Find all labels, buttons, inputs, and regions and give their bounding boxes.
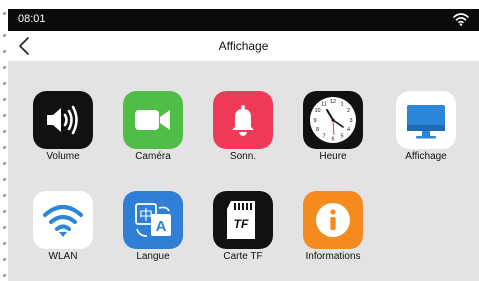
left-edge-markers <box>0 0 8 281</box>
app-tile-information[interactable]: Informations <box>288 191 378 271</box>
sd-card-text: TF <box>234 217 249 231</box>
status-time: 08:01 <box>18 13 46 25</box>
bell-icon <box>213 91 273 149</box>
app-label-clock: Heure <box>319 151 347 162</box>
settings-grid: Volume Caméra Sonn. 12 1 2 3 4 5 6 7 8 9… <box>8 61 479 281</box>
app-label-tf-card: Carte TF <box>223 251 263 262</box>
app-label-volume: Volume <box>46 151 80 162</box>
clock-icon: 12 1 2 3 4 5 6 7 8 9 10 11 <box>303 91 363 149</box>
wifi-icon <box>33 191 93 249</box>
page-title: Affichage <box>218 39 269 53</box>
language-glyph-left: 中 <box>139 208 153 224</box>
clock-number: 9 <box>313 118 316 124</box>
sd-card-icon: TF <box>213 191 273 249</box>
app-tile-volume[interactable]: Volume <box>18 91 108 171</box>
app-tile-clock[interactable]: 12 1 2 3 4 5 6 7 8 9 10 11 Heure <box>288 91 378 171</box>
clock-number: 8 <box>316 127 319 133</box>
wifi-status-icon <box>453 13 469 26</box>
clock-number: 12 <box>330 99 336 105</box>
clock-number: 5 <box>340 134 343 140</box>
language-icon: 中 A <box>123 191 183 249</box>
clock-number: 1 <box>340 102 343 108</box>
app-tile-camera[interactable]: Caméra <box>108 91 198 171</box>
app-label-display: Affichage <box>405 151 447 162</box>
info-icon <box>303 191 363 249</box>
app-label-information: Informations <box>305 251 361 262</box>
app-tile-display[interactable]: Affichage <box>381 91 471 171</box>
nav-bar: Affichage <box>8 31 479 61</box>
language-glyph-right: A <box>156 218 167 235</box>
clock-number: 11 <box>321 102 327 108</box>
app-tile-wlan[interactable]: WLAN <box>18 191 108 271</box>
app-label-wlan: WLAN <box>48 251 78 262</box>
device-screen: 08:01 Affichage Volume Caméra Sonn. 12 1… <box>8 9 479 281</box>
app-tile-tf-card[interactable]: TF Carte TF <box>198 191 288 271</box>
display-icon <box>396 91 456 149</box>
app-tile-ringtone[interactable]: Sonn. <box>198 91 288 171</box>
status-bar: 08:01 <box>8 9 479 31</box>
clock-number: 6 <box>331 137 334 143</box>
app-label-camera: Caméra <box>135 151 171 162</box>
app-label-ringtone: Sonn. <box>229 151 257 162</box>
app-tile-language[interactable]: 中 A Langue <box>108 191 198 271</box>
camera-icon <box>123 91 183 149</box>
app-label-language: Langue <box>136 251 170 262</box>
clock-number: 2 <box>347 108 350 114</box>
clock-number: 10 <box>314 108 320 114</box>
volume-icon <box>33 91 93 149</box>
clock-number: 4 <box>347 127 350 133</box>
clock-number: 7 <box>322 134 325 140</box>
clock-number: 3 <box>349 118 352 124</box>
